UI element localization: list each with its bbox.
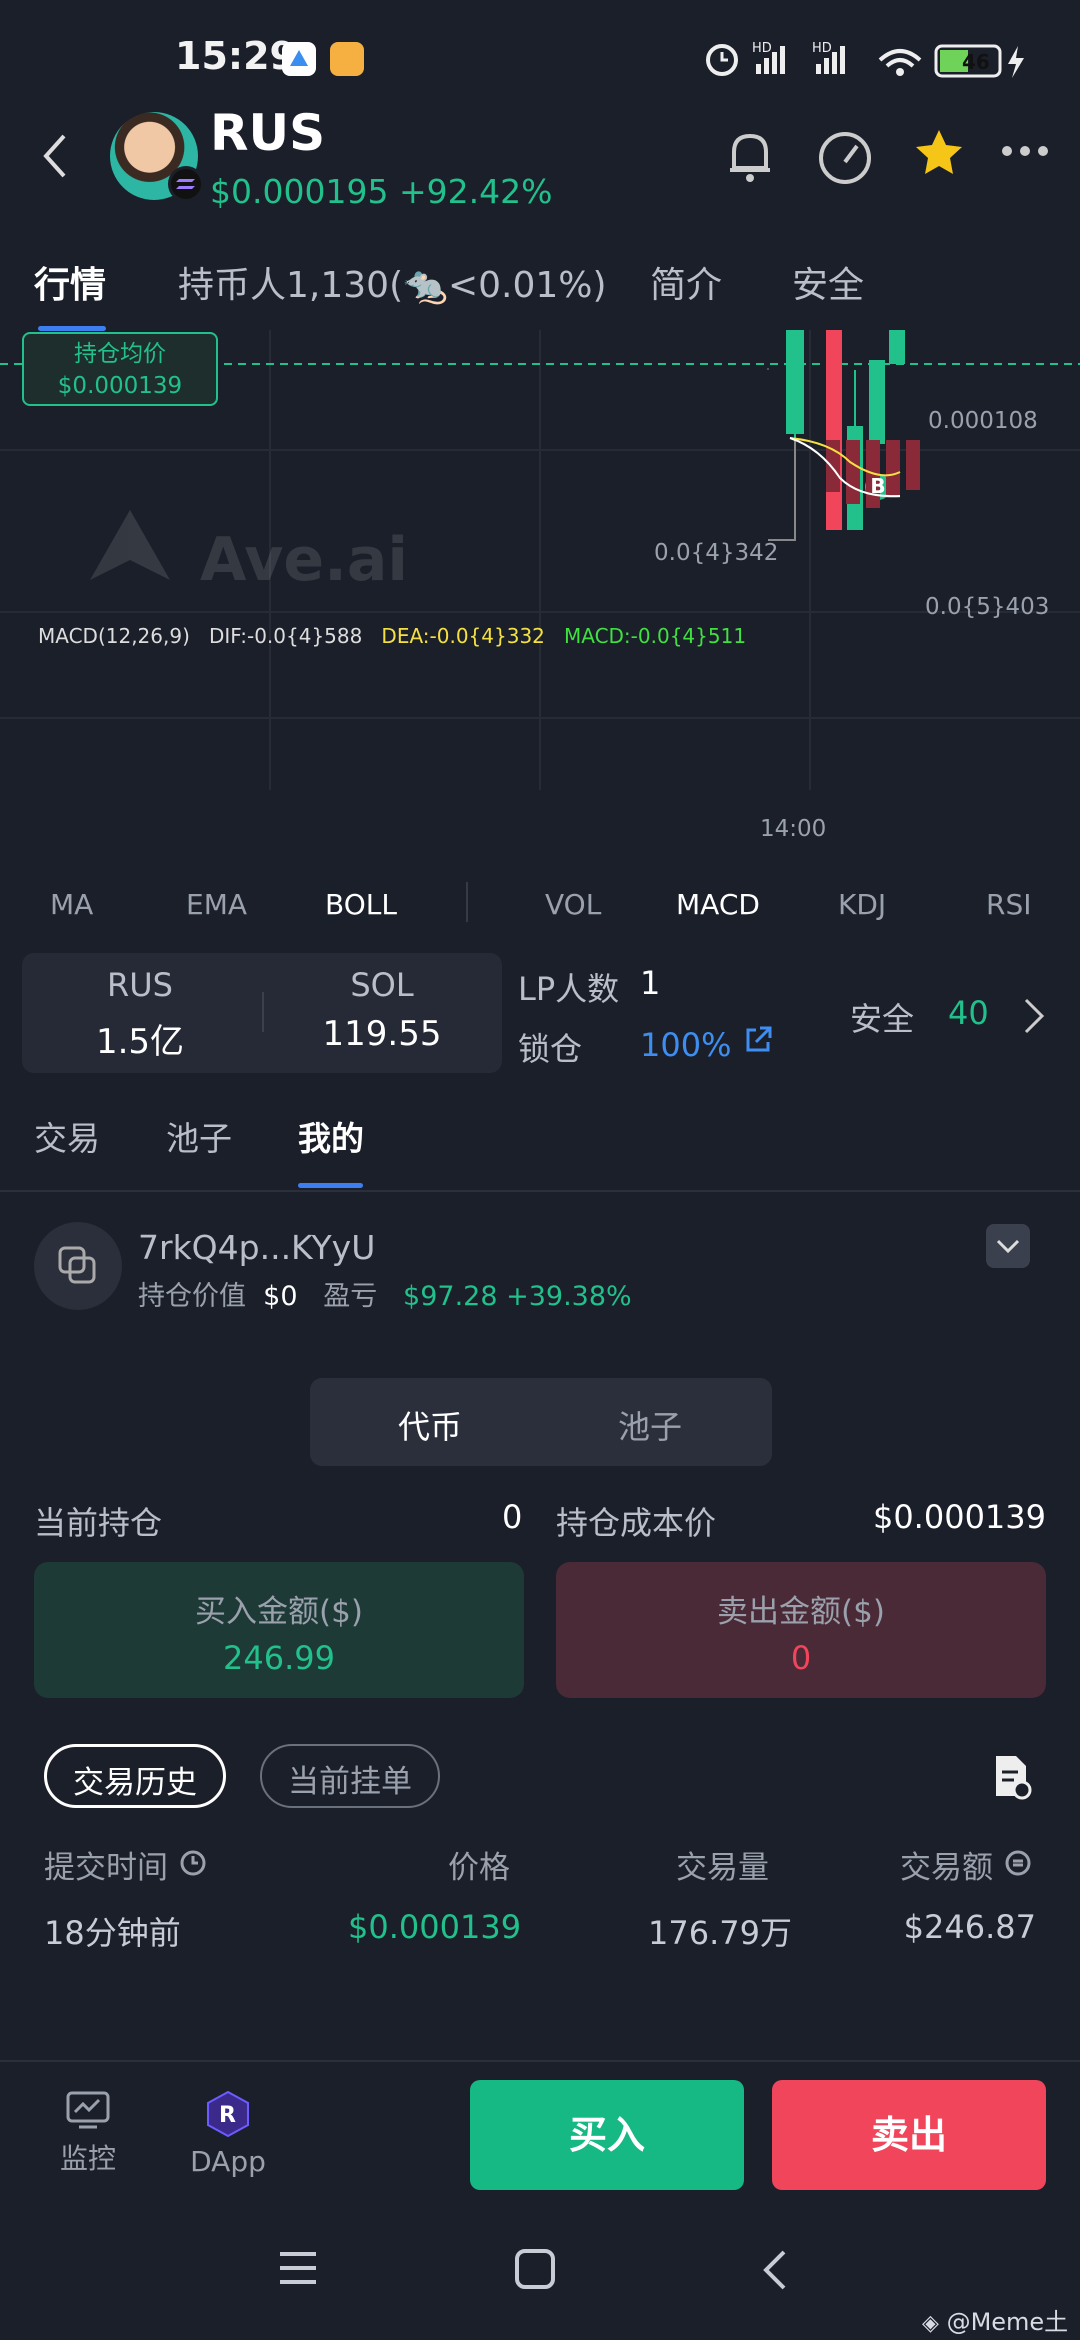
- lock-link[interactable]: 100%: [640, 1024, 774, 1064]
- external-link-icon: [746, 1026, 772, 1052]
- app-notification-icon: [282, 42, 316, 76]
- nav-monitor[interactable]: 监控: [28, 2090, 148, 2177]
- svg-text:R: R: [219, 2103, 236, 2128]
- lock-label: 锁仓: [518, 1030, 583, 1068]
- clock-icon: [180, 1850, 206, 1876]
- col-time: 提交时间: [44, 1842, 208, 1887]
- indicator-vol[interactable]: VOL: [545, 888, 601, 921]
- avg-cost-box: 持仓均价 $0.000139: [22, 332, 218, 406]
- indicator-kdj[interactable]: KDJ: [838, 888, 886, 921]
- menu-icon[interactable]: [278, 2250, 318, 2286]
- wallet-summary: 持仓价值 $0 盈亏 $97.28 +39.38%: [138, 1281, 632, 1312]
- wallet-icon: [34, 1222, 122, 1310]
- cost-value: $0.000139: [872, 1498, 1046, 1536]
- pool-token-sol: SOL 119.55: [322, 966, 442, 1054]
- svg-text:Ave.ai: Ave.ai: [200, 525, 408, 595]
- section-divider: [0, 1190, 1080, 1192]
- ave-watermark: Ave.ai: [90, 510, 408, 595]
- indicator-ma[interactable]: MA: [50, 888, 93, 921]
- subtab-trades[interactable]: 交易: [34, 1112, 100, 1160]
- status-icons: HD HD 46: [706, 41, 1024, 78]
- y-axis-label: 0.000108: [928, 408, 1038, 434]
- chevron-down-icon: [996, 1239, 1020, 1254]
- subtab-pools[interactable]: 池子: [166, 1112, 232, 1160]
- token-symbol: RUS: [210, 104, 326, 162]
- cost-label: 持仓成本价: [556, 1504, 717, 1542]
- segment-pool[interactable]: 池子: [618, 1402, 682, 1448]
- col-price: 价格: [448, 1850, 510, 1886]
- back-icon[interactable]: [40, 132, 70, 180]
- document-icon[interactable]: [992, 1752, 1032, 1800]
- row-price: $0.000139: [348, 1908, 522, 1946]
- indicator-rsi[interactable]: RSI: [986, 888, 1032, 921]
- col-volume: 交易量: [676, 1850, 769, 1886]
- holding-label: 当前持仓: [34, 1504, 163, 1542]
- svg-text:HD: HD: [812, 41, 832, 56]
- home-icon[interactable]: [514, 2248, 556, 2290]
- row-time: 18分钟前: [44, 1914, 181, 1952]
- security-score[interactable]: 40: [948, 994, 989, 1032]
- note-app-icon: [330, 42, 364, 76]
- row-amount: $246.87: [903, 1908, 1036, 1946]
- svg-text:46: 46: [962, 50, 990, 74]
- pool-divider: [262, 992, 264, 1032]
- chevron-right-icon[interactable]: [1022, 996, 1046, 1036]
- nav-dapp[interactable]: R DApp: [168, 2090, 288, 2178]
- row-volume: 176.79万: [648, 1914, 792, 1952]
- footer-watermark: ◈ @Meme土: [922, 2308, 1069, 2336]
- subtab-underline: [298, 1183, 363, 1188]
- macd-legend: MACD(12,26,9) DIF:-0.0{4}588 DEA:-0.0{4}…: [38, 624, 747, 648]
- segment-control: [310, 1378, 772, 1466]
- price-change: +92.42%: [398, 172, 553, 211]
- dapp-icon: R: [207, 2090, 249, 2138]
- tab-holders[interactable]: 持币人1,130(🐀<0.01%): [178, 256, 607, 308]
- open-orders-tab[interactable]: 当前挂单: [260, 1744, 440, 1808]
- col-amount: 交易额: [900, 1842, 1033, 1887]
- monitor-icon: [66, 2091, 110, 2129]
- bell-icon[interactable]: [722, 126, 778, 186]
- token-price-line: $0.000195 +92.42%: [210, 172, 552, 211]
- holding-value: 0: [502, 1498, 523, 1536]
- wallet-address[interactable]: 7rkQ4p...KYyU: [138, 1228, 375, 1267]
- token-price: $0.000195: [210, 172, 389, 211]
- sell-amount-card: 卖出金额($) 0: [556, 1562, 1046, 1698]
- indicator-ema[interactable]: EMA: [186, 888, 247, 921]
- solana-badge-icon: [168, 166, 204, 202]
- segment-token[interactable]: 代币: [398, 1402, 462, 1448]
- speedometer-icon[interactable]: [815, 128, 875, 188]
- status-time: 15:29: [175, 34, 296, 78]
- system-back-icon[interactable]: [760, 2248, 790, 2292]
- buy-amount-card: 买入金额($) 246.99: [34, 1562, 524, 1698]
- lp-count-label: LP人数: [518, 970, 620, 1008]
- kline-chart[interactable]: Ave.ai: [0, 330, 1080, 850]
- tab-market[interactable]: 行情: [34, 256, 106, 308]
- y-axis-label-2: 0.0{5}403: [925, 594, 1050, 620]
- indicator-boll[interactable]: BOLL: [325, 888, 397, 921]
- pool-token-rus: RUS 1.5亿: [95, 966, 185, 1062]
- more-icon[interactable]: [1000, 144, 1050, 158]
- indicator-divider: [466, 882, 468, 922]
- swap-currency-icon[interactable]: [1003, 1848, 1033, 1878]
- buy-button[interactable]: 买入: [470, 2080, 744, 2190]
- sell-button[interactable]: 卖出: [772, 2080, 1046, 2190]
- tab-security[interactable]: 安全: [792, 256, 864, 308]
- buy-marker: B: [870, 474, 886, 498]
- low-price-label: 0.0{4}342: [654, 540, 779, 566]
- lp-count-value: 1: [640, 964, 661, 1002]
- svg-text:HD: HD: [752, 41, 772, 56]
- indicator-macd[interactable]: MACD: [676, 888, 760, 921]
- x-axis-label: 14:00: [760, 816, 827, 842]
- star-icon[interactable]: [912, 126, 966, 180]
- rat-icon: (🐀: [389, 265, 448, 306]
- tab-intro[interactable]: 简介: [650, 256, 722, 308]
- wallet-dropdown[interactable]: [986, 1224, 1030, 1268]
- trade-history-tab[interactable]: 交易历史: [44, 1744, 226, 1808]
- security-label[interactable]: 安全: [850, 994, 914, 1040]
- subtab-mine[interactable]: 我的: [298, 1112, 364, 1160]
